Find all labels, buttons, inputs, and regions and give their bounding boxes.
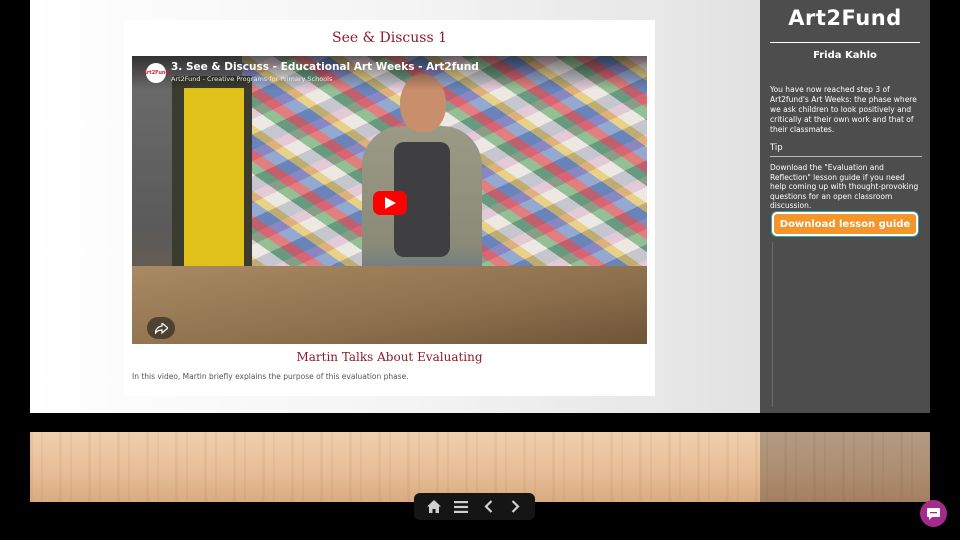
sidebar-subtitle: Frida Kahlo — [770, 42, 920, 61]
slide-navigation-bar — [414, 493, 535, 520]
menu-button[interactable] — [450, 497, 472, 517]
next-button[interactable] — [504, 497, 526, 517]
tip-divider — [770, 156, 922, 157]
video-title-bar: Art2Fund 3. See & Discuss - Educational … — [132, 56, 647, 90]
channel-avatar[interactable]: Art2Fund — [142, 63, 170, 83]
home-button[interactable] — [423, 497, 445, 517]
chevron-left-icon — [484, 500, 492, 513]
chat-icon — [927, 507, 940, 520]
content-card: See & Discuss 1 Art2Fund 3. See & Discus… — [124, 20, 655, 396]
video-player[interactable]: Art2Fund 3. See & Discuss - Educational … — [132, 56, 647, 344]
download-lesson-guide-button[interactable]: Download lesson guide — [772, 212, 918, 236]
video-description: In this video, Martin briefly explains t… — [132, 372, 409, 381]
home-icon — [426, 500, 441, 513]
tip-heading: Tip — [770, 143, 783, 153]
video-table — [132, 266, 647, 344]
previous-button[interactable] — [477, 497, 499, 517]
share-button[interactable] — [147, 317, 175, 339]
youtube-play-icon — [385, 197, 396, 209]
tip-text: Download the "Evaluation and Reflection"… — [770, 163, 919, 210]
main-content-area: See & Discuss 1 Art2Fund 3. See & Discus… — [30, 0, 760, 413]
youtube-play-button[interactable] — [373, 191, 407, 215]
video-yellow-door — [184, 88, 244, 293]
menu-icon — [453, 500, 468, 513]
sidebar-scroll-track[interactable] — [772, 242, 773, 407]
divider-band — [30, 413, 930, 432]
art2fund-logo: Art2Fund — [788, 6, 902, 30]
chat-button[interactable] — [920, 500, 947, 527]
share-icon — [154, 322, 168, 334]
sidebar-intro-text: You have now reached step 3 of Art2fund'… — [770, 85, 917, 134]
presentation-stage: See & Discuss 1 Art2Fund 3. See & Discus… — [30, 0, 930, 502]
video-caption: Martin Talks About Evaluating — [296, 350, 483, 364]
video-title[interactable]: 3. See & Discuss - Educational Art Weeks… — [171, 61, 479, 73]
video-channel[interactable]: Art2Fund - Creative Programs for Primary… — [171, 75, 332, 83]
wood-shaded-area — [760, 432, 930, 502]
sidebar-panel: Art2Fund Frida Kahlo You have now reache… — [760, 0, 930, 413]
card-title: See & Discuss 1 — [332, 30, 447, 46]
chevron-right-icon — [511, 500, 520, 513]
channel-avatar-text: Art2Fund — [142, 70, 170, 76]
